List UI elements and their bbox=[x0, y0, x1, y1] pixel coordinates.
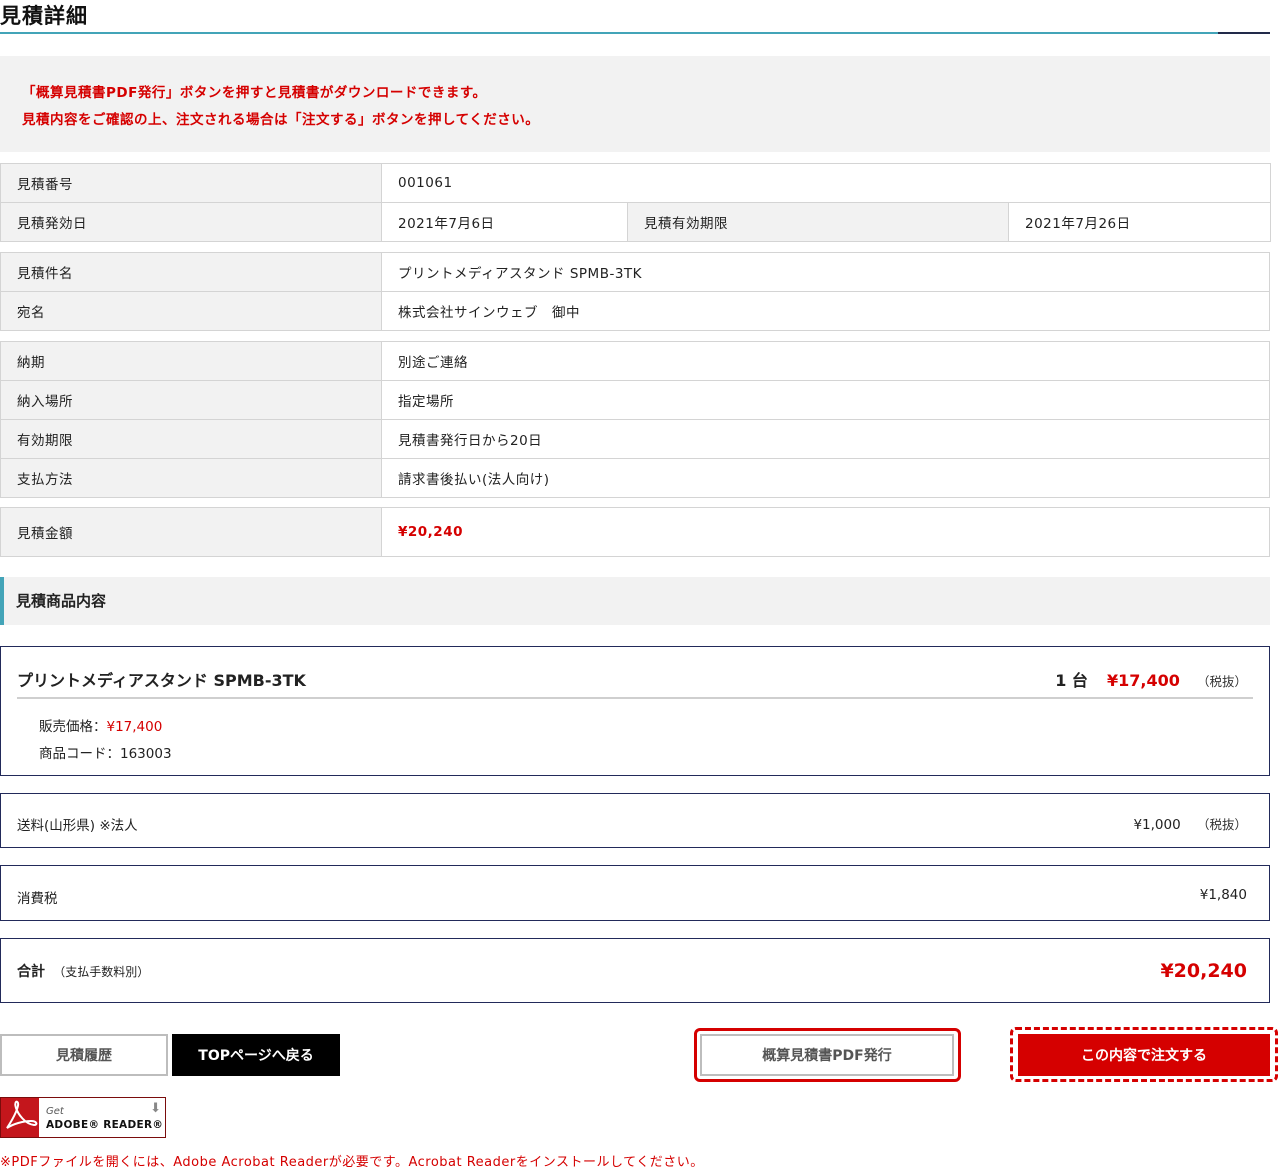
adobe-logo-icon bbox=[1, 1098, 39, 1137]
place-label: 納入場所 bbox=[0, 380, 382, 420]
amount-value: ¥20,240 bbox=[381, 507, 1270, 557]
total-label: 合計 bbox=[17, 964, 45, 980]
issue-pdf-button[interactable]: 概算見積書PDF発行 bbox=[700, 1034, 954, 1076]
quote-number-table: 見積番号 001061 見積発効日 2021年7月6日 見積有効期限 2021年… bbox=[0, 163, 1272, 242]
product-price: ¥17,400 bbox=[1107, 671, 1180, 690]
total-value: ¥20,240 bbox=[1160, 960, 1247, 982]
issue-date-value: 2021年7月6日 bbox=[381, 202, 628, 242]
subject-table: 見積件名 プリントメディアスタンド SPMB-3TK 宛名 株式会社サインウェブ… bbox=[0, 252, 1270, 331]
shipping-tax-note: （税抜） bbox=[1196, 817, 1247, 832]
shipping-label: 送料(山形県) ※法人 bbox=[17, 818, 138, 834]
product-box: プリントメディアスタンド SPMB-3TK 1 台 ¥17,400 （税抜） 販… bbox=[0, 646, 1270, 776]
pdf-footnote: ※PDFファイルを開くには、Adobe Acrobat Readerが必要です。… bbox=[0, 1155, 704, 1167]
notice-line-2: 見積内容をご確認の上、注文される場合は「注文する」ボタンを押してください。 bbox=[22, 112, 540, 128]
adobe-reader-text: ADOBE® READER® bbox=[46, 1119, 164, 1131]
product-code-value: 163003 bbox=[120, 746, 172, 762]
quote-history-button[interactable]: 見積履歴 bbox=[0, 1034, 168, 1076]
consumption-tax-value: ¥1,840 bbox=[1199, 887, 1247, 903]
issue-date-label: 見積発効日 bbox=[0, 202, 382, 242]
notice-box: 「概算見積書PDF発行」ボタンを押すと見積書がダウンロードできます。 見積内容を… bbox=[0, 56, 1270, 152]
page-title: 見積詳細 bbox=[0, 4, 88, 28]
payment-value: 請求書後払い(法人向け) bbox=[381, 458, 1270, 498]
product-divider bbox=[17, 697, 1253, 699]
subject-label: 見積件名 bbox=[0, 252, 382, 292]
product-code-row: 商品コード：163003 bbox=[39, 742, 172, 762]
sale-price-row: 販売価格：¥17,400 bbox=[39, 715, 162, 735]
product-price-summary: 1 台 ¥17,400 （税抜） bbox=[1055, 667, 1247, 691]
section-heading: 見積商品内容 bbox=[0, 577, 1270, 625]
delivery-value: 別途ご連絡 bbox=[381, 341, 1270, 381]
expiry-date-value: 2021年7月26日 bbox=[1007, 202, 1272, 242]
sale-price-label: 販売価格： bbox=[39, 719, 107, 735]
order-button[interactable]: この内容で注文する bbox=[1018, 1034, 1270, 1076]
notice-line-1: 「概算見積書PDF発行」ボタンを押すと見積書がダウンロードできます。 bbox=[22, 85, 487, 101]
quote-number-label: 見積番号 bbox=[0, 163, 382, 203]
product-quantity: 1 台 bbox=[1055, 671, 1088, 690]
consumption-tax-box: 消費税 ¥1,840 bbox=[0, 865, 1270, 921]
product-tax-note: （税抜） bbox=[1196, 674, 1247, 689]
consumption-tax-label: 消費税 bbox=[17, 891, 58, 907]
download-arrow-icon: ⬇ bbox=[150, 1101, 161, 1116]
sale-price-value: ¥17,400 bbox=[106, 719, 163, 735]
place-value: 指定場所 bbox=[381, 380, 1270, 420]
expiry-date-label: 見積有効期限 bbox=[627, 202, 1009, 242]
payment-label: 支払方法 bbox=[0, 458, 382, 498]
shipping-box: 送料(山形県) ※法人 ¥1,000 （税抜） bbox=[0, 793, 1270, 848]
back-to-top-button[interactable]: TOPページへ戻る bbox=[172, 1034, 340, 1076]
validity-label: 有効期限 bbox=[0, 419, 382, 459]
total-note: （支払手数料別） bbox=[53, 965, 150, 979]
total-label-row: 合計 （支払手数料別） bbox=[17, 961, 149, 981]
delivery-label: 納期 bbox=[0, 341, 382, 381]
recipient-value: 株式会社サインウェブ 御中 bbox=[381, 291, 1270, 331]
amount-table: 見積金額 ¥20,240 bbox=[0, 507, 1270, 557]
amount-label: 見積金額 bbox=[0, 507, 382, 557]
quote-number-value: 001061 bbox=[380, 163, 1272, 203]
title-divider bbox=[0, 32, 1270, 34]
recipient-label: 宛名 bbox=[0, 291, 382, 331]
total-box: 合計 （支払手数料別） ¥20,240 bbox=[0, 938, 1270, 1003]
product-code-label: 商品コード： bbox=[39, 746, 120, 762]
adobe-get-text: Get bbox=[46, 1106, 64, 1117]
shipping-value: ¥1,000 bbox=[1133, 817, 1181, 833]
adobe-reader-badge[interactable]: Get ADOBE® READER® ⬇ bbox=[0, 1097, 166, 1138]
subject-value: プリントメディアスタンド SPMB-3TK bbox=[381, 252, 1270, 292]
product-name: プリントメディアスタンド SPMB-3TK bbox=[17, 671, 306, 690]
terms-table: 納期 別途ご連絡 納入場所 指定場所 有効期限 見積書発行日から20日 支払方法… bbox=[0, 341, 1270, 498]
validity-value: 見積書発行日から20日 bbox=[381, 419, 1270, 459]
shipping-amount: ¥1,000 （税抜） bbox=[1133, 814, 1247, 833]
